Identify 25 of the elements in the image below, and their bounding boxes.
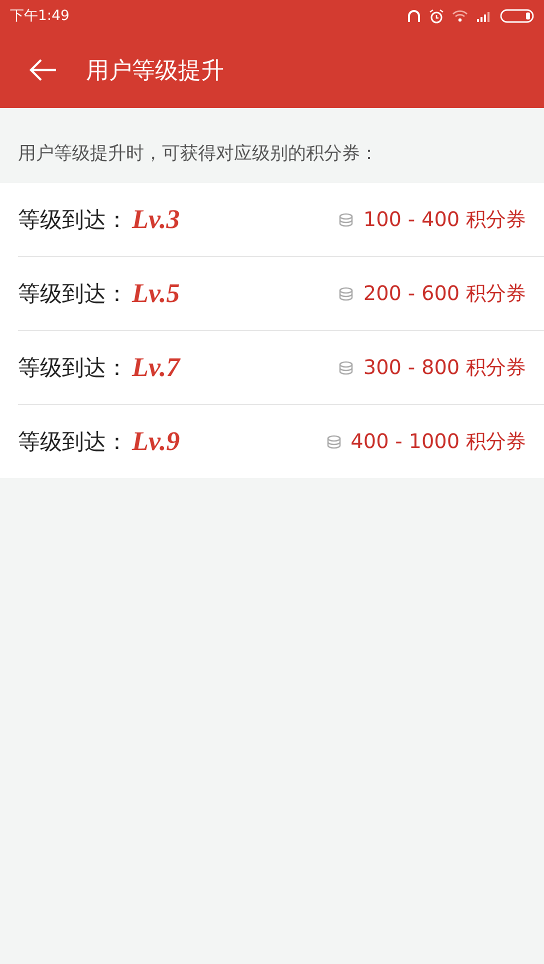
coins-icon bbox=[326, 434, 341, 448]
headphones-icon bbox=[407, 9, 421, 23]
status-time: 下午1:49 bbox=[10, 7, 70, 25]
reward-text: 300 - 800 积分券 bbox=[363, 354, 526, 381]
level-label: 等级到达： bbox=[18, 280, 128, 308]
reward-text: 100 - 400 积分券 bbox=[363, 206, 526, 233]
coins-icon bbox=[339, 286, 354, 300]
page-title: 用户等级提升 bbox=[86, 56, 224, 86]
wifi-icon bbox=[452, 10, 468, 22]
coins-icon bbox=[339, 360, 354, 374]
signal-icon bbox=[476, 10, 492, 22]
level-label: 等级到达： bbox=[18, 206, 128, 234]
reward-text: 200 - 600 积分券 bbox=[363, 280, 526, 307]
level-value: Lv.3 bbox=[132, 204, 180, 235]
reward-text: 400 - 1000 积分券 bbox=[350, 428, 526, 455]
battery-icon bbox=[500, 9, 534, 23]
back-arrow-icon[interactable] bbox=[28, 58, 58, 82]
level-label: 等级到达： bbox=[18, 354, 128, 382]
coins-icon bbox=[339, 212, 354, 226]
level-value: Lv.7 bbox=[132, 352, 180, 383]
level-value: Lv.9 bbox=[132, 426, 180, 457]
alarm-icon bbox=[429, 8, 444, 24]
level-value: Lv.5 bbox=[132, 278, 180, 309]
level-label: 等级到达： bbox=[18, 428, 128, 456]
intro-text: 用户等级提升时，可获得对应级别的积分券： bbox=[18, 143, 378, 164]
